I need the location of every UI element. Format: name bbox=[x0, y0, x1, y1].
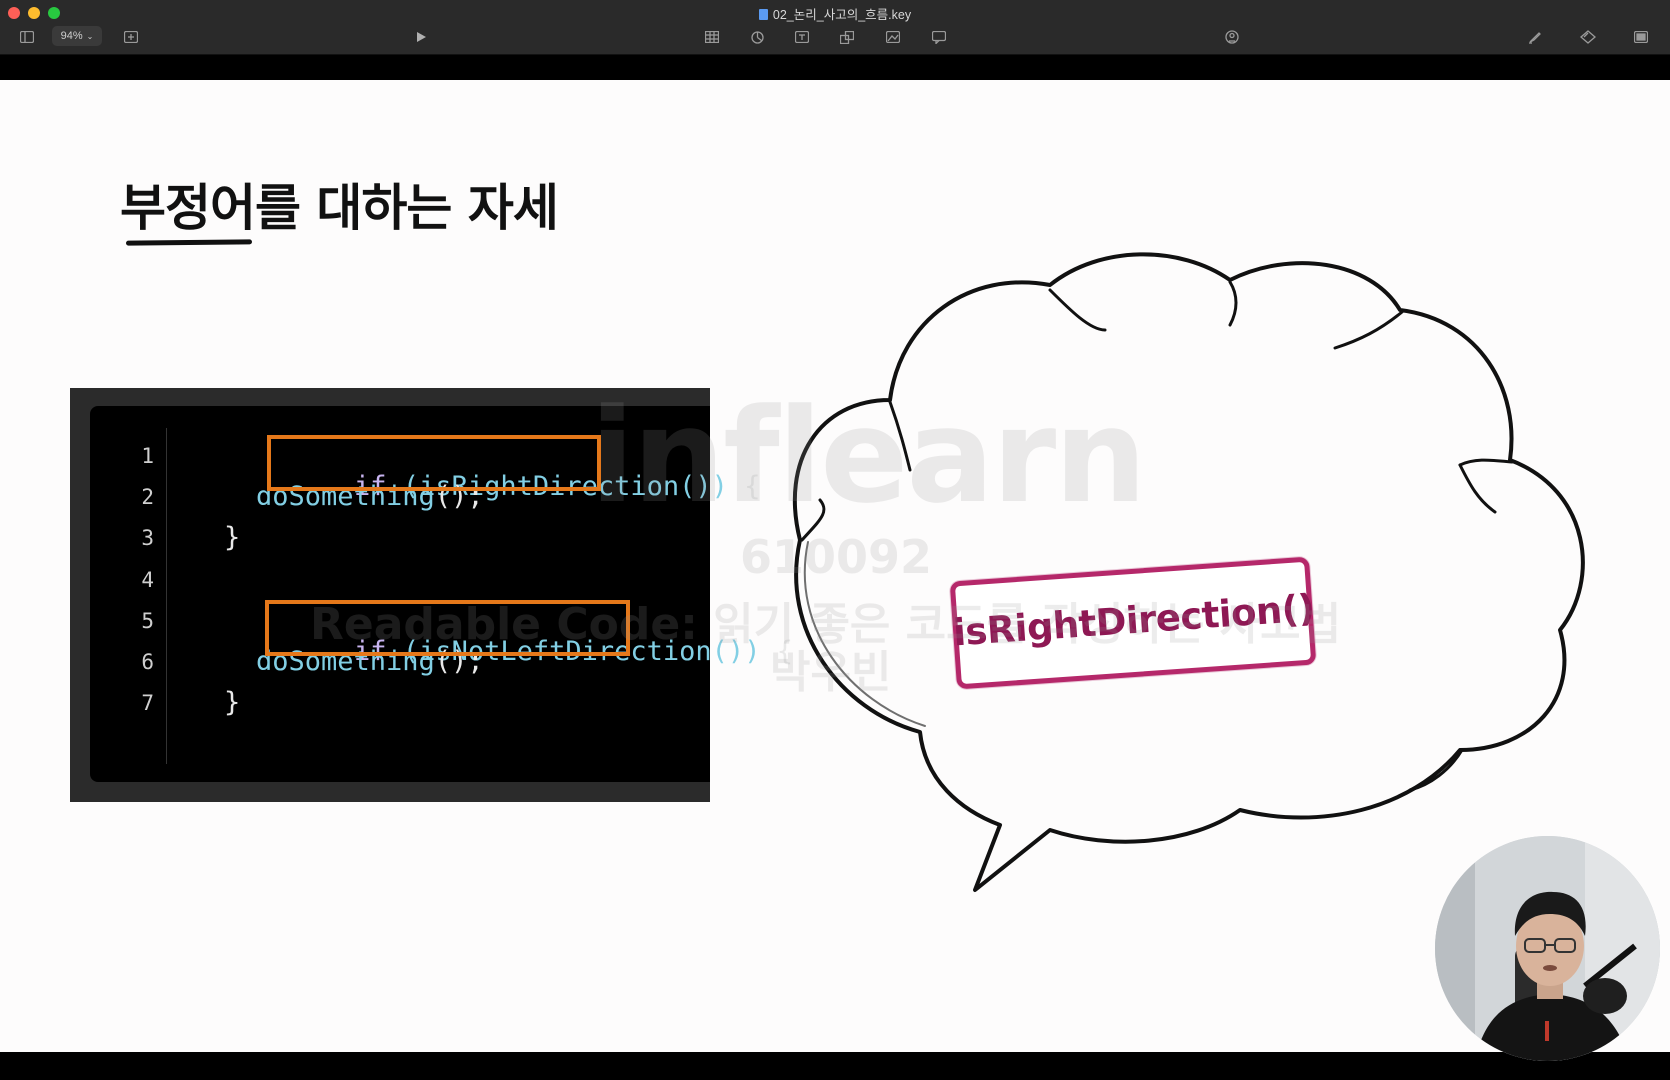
gutter-divider bbox=[166, 428, 167, 764]
document-title-text: 02_논리_사고의_흐름.key bbox=[772, 8, 912, 22]
line-number: 7 bbox=[141, 691, 154, 715]
format-icon[interactable] bbox=[1526, 28, 1544, 46]
toolbar-separator-band bbox=[0, 55, 1670, 80]
title-underline bbox=[125, 239, 253, 246]
comment-icon[interactable] bbox=[930, 28, 948, 46]
open-brace: { bbox=[744, 471, 761, 502]
code-editor: 1 2 3 4 5 6 7 if (isRightDirection()) { … bbox=[90, 406, 793, 782]
window-titlebar: 02_논리_사고의_흐름.key 94% ⌄ bbox=[0, 0, 1670, 55]
slide-title: 부정어를 대하는 자세 bbox=[120, 179, 559, 237]
document-title: 02_논리_사고의_흐름.key bbox=[0, 4, 1670, 23]
shape-icon[interactable] bbox=[838, 28, 856, 46]
code-panel: 1 2 3 4 5 6 7 if (isRightDirection()) { … bbox=[70, 388, 793, 802]
highlight-box-is-right-direction bbox=[267, 435, 601, 491]
line-number: 6 bbox=[141, 650, 154, 674]
animate-icon[interactable] bbox=[1578, 28, 1598, 46]
code-line-3: } bbox=[224, 522, 240, 553]
slide-canvas[interactable]: 부정어를 대하는 자세 1 2 3 4 5 6 7 if (isRightDir… bbox=[0, 80, 1670, 1052]
line-number: 1 bbox=[141, 444, 154, 468]
collaborate-icon[interactable] bbox=[1222, 28, 1242, 46]
media-icon[interactable] bbox=[884, 28, 902, 46]
line-number: 2 bbox=[141, 485, 154, 509]
close-brace: } bbox=[224, 522, 241, 553]
presenter-webcam bbox=[1435, 836, 1660, 1061]
text-icon[interactable] bbox=[793, 28, 811, 46]
sidebar-icon[interactable] bbox=[18, 28, 36, 46]
presenter-photo bbox=[1435, 836, 1660, 1061]
close-brace: } bbox=[224, 687, 241, 718]
keynote-document-icon bbox=[758, 9, 768, 20]
line-number: 5 bbox=[141, 609, 154, 633]
zoom-value: 94% bbox=[60, 30, 83, 42]
document-icon[interactable] bbox=[1632, 28, 1650, 46]
table-icon[interactable] bbox=[703, 28, 721, 46]
zoom-select[interactable]: 94% ⌄ bbox=[52, 26, 102, 46]
play-icon[interactable] bbox=[412, 28, 430, 46]
add-slide-icon[interactable] bbox=[122, 28, 140, 46]
chart-icon[interactable] bbox=[748, 28, 766, 46]
chevron-down-icon: ⌄ bbox=[86, 31, 94, 41]
highlight-box-is-not-left-direction bbox=[265, 600, 630, 656]
bottom-bar bbox=[0, 1052, 1670, 1080]
code-line-7: } bbox=[224, 687, 240, 718]
line-number: 4 bbox=[141, 568, 154, 592]
line-number: 3 bbox=[141, 526, 154, 550]
